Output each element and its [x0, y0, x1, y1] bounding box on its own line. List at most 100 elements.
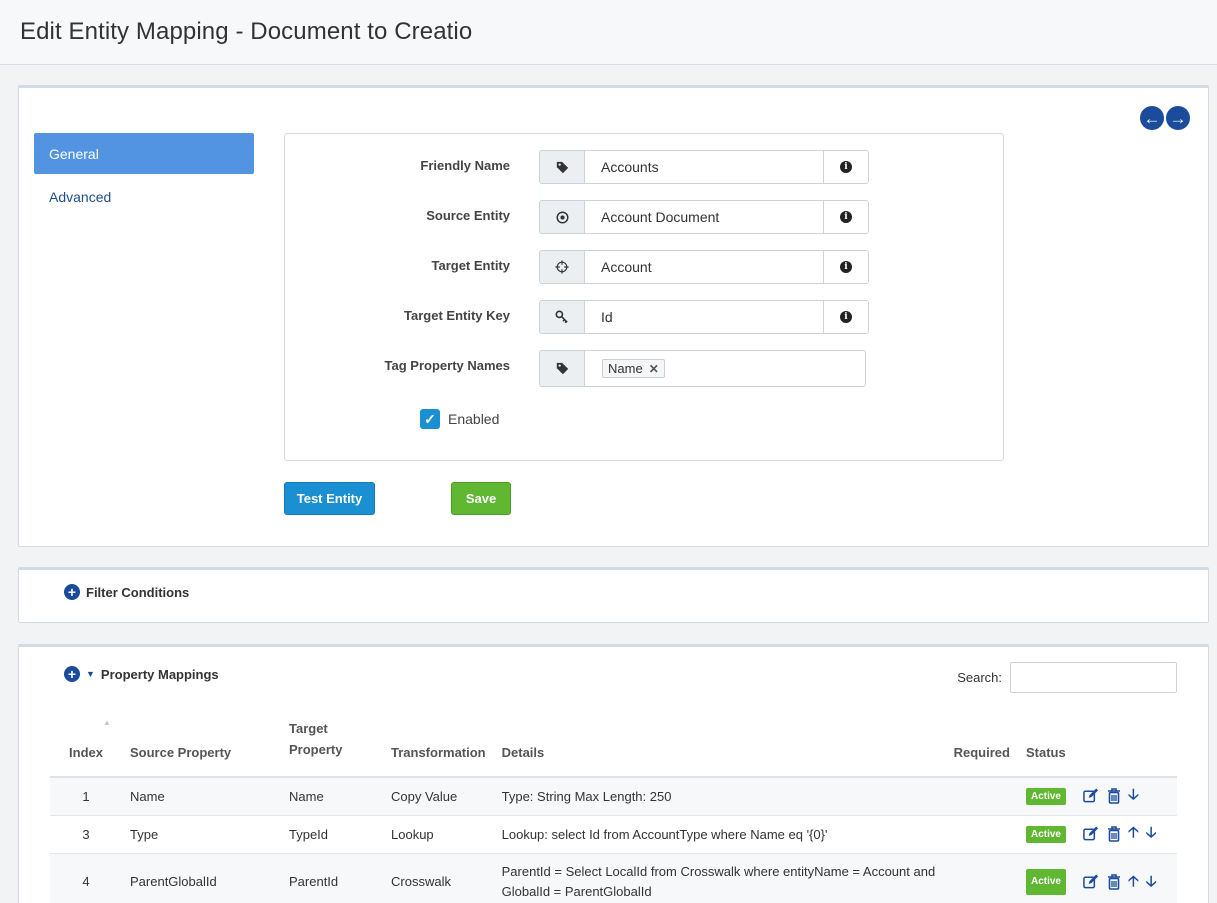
search-wrap: Search: — [957, 662, 1177, 693]
status-badge: Active — [1025, 788, 1066, 806]
column-header-source-property[interactable]: Source Property — [122, 706, 281, 778]
edit-icon[interactable] — [1083, 874, 1100, 890]
friendly-name-row: Friendly Name Accounts i — [285, 150, 1003, 184]
tag-property-names-input[interactable]: Name ✕ — [585, 351, 865, 386]
side-tabs: General Advanced — [34, 133, 254, 217]
table-row[interactable]: 1 Name Name Copy Value Type: String Max … — [50, 777, 1177, 816]
column-header-transformation[interactable]: Transformation — [383, 706, 494, 778]
page-header: Edit Entity Mapping - Document to Creati… — [0, 0, 1217, 65]
crosshairs-icon — [540, 251, 585, 283]
cell-required — [945, 777, 1018, 816]
cell-status: Active — [1017, 853, 1075, 903]
cell-details: Type: String Max Length: 250 — [493, 777, 946, 816]
nav-arrows: ← → — [1140, 106, 1190, 130]
tag-property-names-field[interactable]: Name ✕ — [539, 350, 866, 387]
target-entity-key-input[interactable]: Id — [585, 301, 823, 333]
cell-index: 3 — [50, 815, 122, 854]
table-row[interactable]: 3 Type TypeId Lookup Lookup: select Id f… — [50, 815, 1177, 854]
general-form: Friendly Name Accounts i Source Entity A… — [284, 133, 1004, 461]
column-header-required[interactable]: Required — [945, 706, 1018, 778]
dot-circle-icon — [540, 201, 585, 233]
arrow-up-icon[interactable]: 🡡 — [1128, 822, 1139, 847]
friendly-name-input[interactable]: Accounts — [585, 151, 823, 183]
property-mappings-table: ▲ Index Source Property Target Property … — [50, 706, 1177, 903]
column-header-target-property[interactable]: Target Property — [281, 706, 383, 778]
table-row[interactable]: 4 ParentGlobalId ParentId Crosswalk Pare… — [50, 853, 1177, 903]
arrow-left-circle-icon[interactable]: ← — [1140, 106, 1164, 130]
tab-advanced[interactable]: Advanced — [34, 176, 254, 217]
cell-required — [945, 815, 1018, 854]
cell-transformation: Lookup — [383, 815, 494, 854]
cell-required — [945, 853, 1018, 903]
tab-general[interactable]: General — [34, 133, 254, 174]
cell-transformation: Crosswalk — [383, 853, 494, 903]
property-mappings-title: Property Mappings — [100, 666, 219, 682]
target-entity-field[interactable]: Account i — [539, 250, 869, 284]
cell-target-property: ParentId — [281, 853, 383, 903]
cell-details: Lookup: select Id from AccountType where… — [493, 815, 946, 854]
plus-circle-icon[interactable]: + — [64, 666, 80, 682]
target-entity-input[interactable]: Account — [585, 251, 823, 283]
entity-mapping-panel: ← → General Advanced Friendly Name Accou… — [18, 85, 1209, 547]
remove-tag-icon[interactable]: ✕ — [649, 362, 659, 376]
column-header-status[interactable]: Status — [1017, 706, 1075, 778]
friendly-name-field[interactable]: Accounts i — [539, 150, 869, 184]
edit-icon[interactable] — [1083, 788, 1100, 804]
cell-index: 1 — [50, 777, 122, 816]
column-header-details[interactable]: Details — [493, 706, 946, 778]
search-label: Search: — [957, 670, 1002, 685]
source-entity-field[interactable]: Account Document i — [539, 200, 869, 234]
cell-actions: 🡡 🡣 — [1074, 853, 1177, 903]
search-input[interactable] — [1010, 662, 1177, 693]
column-header-index[interactable]: ▲ Index — [50, 706, 122, 778]
trash-icon[interactable] — [1107, 826, 1121, 842]
arrow-right-circle-icon[interactable]: → — [1166, 106, 1190, 130]
filter-conditions-panel: + Filter Conditions — [18, 567, 1209, 623]
tag-property-names-label: Tag Property Names — [384, 358, 510, 373]
tag-icon — [540, 351, 585, 386]
property-mappings-header: + ▼ Property Mappings — [64, 666, 219, 682]
trash-icon[interactable] — [1107, 874, 1121, 890]
arrow-down-icon[interactable]: 🡣 — [1128, 784, 1139, 809]
target-entity-key-row: Target Entity Key Id i — [285, 300, 1003, 334]
tag-icon — [540, 151, 585, 183]
status-badge: Active — [1025, 826, 1066, 843]
test-entity-button[interactable]: Test Entity — [284, 482, 375, 515]
arrow-down-icon[interactable]: 🡣 — [1146, 872, 1157, 892]
info-icon[interactable]: i — [823, 201, 868, 233]
source-entity-label: Source Entity — [426, 208, 510, 223]
cell-source-property: ParentGlobalId — [122, 853, 281, 903]
property-mappings-panel: + ▼ Property Mappings Search: ▲ Index So… — [18, 644, 1209, 903]
cell-status: Active — [1017, 777, 1075, 816]
target-entity-label: Target Entity — [431, 258, 511, 273]
tag-chip: Name ✕ — [602, 359, 665, 378]
cell-index: 4 — [50, 853, 122, 903]
caret-down-icon[interactable]: ▼ — [86, 669, 95, 679]
column-header-actions — [1074, 706, 1177, 778]
info-icon[interactable]: i — [823, 301, 868, 333]
key-icon — [540, 301, 585, 333]
filter-conditions-header[interactable]: + Filter Conditions — [64, 584, 189, 600]
arrow-up-icon[interactable]: 🡡 — [1128, 872, 1139, 892]
enabled-checkbox[interactable]: ✓ — [420, 409, 440, 429]
info-icon[interactable]: i — [823, 151, 868, 183]
cell-transformation: Copy Value — [383, 777, 494, 816]
arrow-down-icon[interactable]: 🡣 — [1146, 822, 1157, 847]
details-line: ParentId = Select LocalId from Crosswalk… — [501, 864, 936, 879]
enabled-label: Enabled — [448, 411, 500, 427]
sort-asc-icon: ▲ — [103, 718, 111, 727]
source-entity-input[interactable]: Account Document — [585, 201, 823, 233]
cell-actions: 🡣 — [1074, 777, 1177, 816]
table-header-row: ▲ Index Source Property Target Property … — [50, 706, 1177, 778]
info-icon[interactable]: i — [823, 251, 868, 283]
trash-icon[interactable] — [1107, 788, 1121, 805]
target-entity-key-field[interactable]: Id i — [539, 300, 869, 334]
save-button[interactable]: Save — [451, 482, 511, 515]
target-entity-row: Target Entity Account i — [285, 250, 1003, 284]
cell-source-property: Name — [122, 777, 281, 816]
edit-icon[interactable] — [1083, 826, 1100, 842]
plus-circle-icon[interactable]: + — [64, 584, 80, 600]
status-badge: Active — [1025, 869, 1066, 895]
cell-actions: 🡡 🡣 — [1074, 815, 1177, 854]
page-title: Edit Entity Mapping - Document to Creati… — [20, 18, 473, 45]
